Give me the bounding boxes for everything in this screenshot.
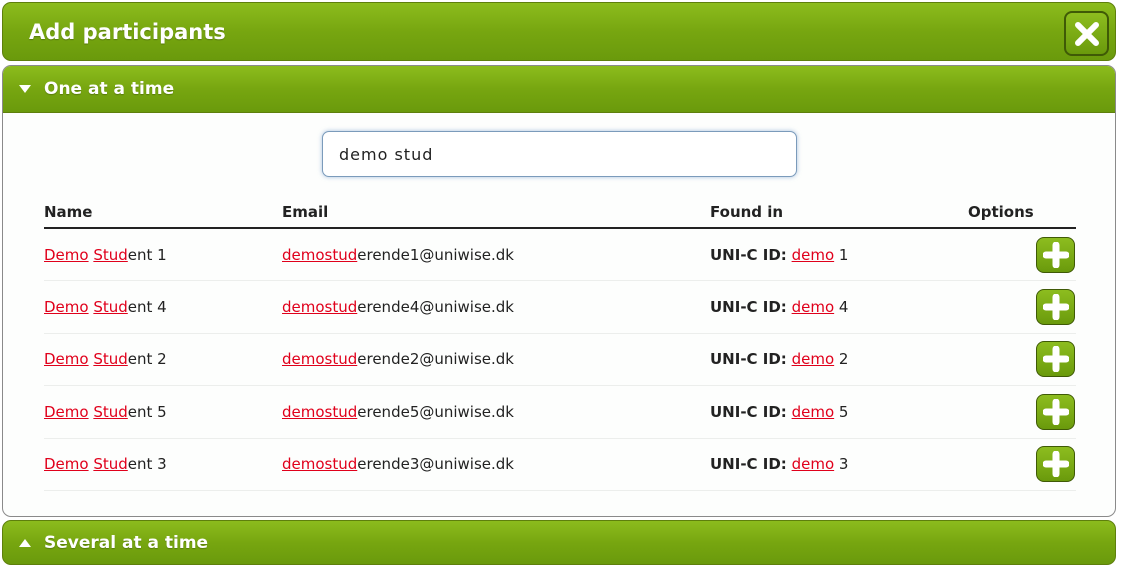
name-cell: Demo Student 2 [44,333,282,386]
add-participant-button[interactable] [1036,341,1075,378]
plus-icon [1042,451,1069,478]
dialog-title: Add participants [29,19,226,44]
name-match-stud: Stud [93,297,128,316]
one-at-a-time-panel: One at a time Name Email Found in Option… [2,65,1116,517]
found-in-cell: UNI-C ID: demo 2 [710,333,968,386]
add-participant-button[interactable] [1036,446,1075,483]
found-in-rest: 5 [838,402,849,421]
table-row: Demo Student 4 demostuderende4@uniwise.d… [44,280,1076,334]
name-cell: Demo Student 1 [44,228,282,281]
add-participant-button[interactable] [1036,393,1075,430]
found-in-cell: UNI-C ID: demo 1 [710,228,968,281]
column-header-options: Options [968,196,1076,229]
table-header-row: Name Email Found in Options [44,196,1076,229]
results-table: Name Email Found in Options Demo Student… [44,196,1076,491]
dialog-title-bar: Add participants [2,2,1116,61]
name-match-demo: Demo [44,297,89,316]
email-match: demostud [282,245,358,264]
name-cell: Demo Student 3 [44,438,282,491]
name-match-stud: Stud [93,350,128,369]
add-participant-button[interactable] [1036,236,1075,273]
found-in-match: demo [791,245,835,264]
found-in-label: UNI-C ID: [710,297,787,316]
name-match-stud: Stud [93,455,128,474]
found-in-rest: 1 [838,245,849,264]
email-cell: demostuderende2@uniwise.dk [282,333,710,386]
found-in-match: demo [791,455,835,474]
email-rest: erende2@uniwise.dk [357,350,514,369]
email-cell: demostuderende4@uniwise.dk [282,280,710,334]
name-rest: ent 3 [127,455,167,474]
found-in-match: demo [791,297,835,316]
plus-icon [1042,346,1069,373]
email-match: demostud [282,402,358,421]
email-rest: erende1@uniwise.dk [357,245,514,264]
email-rest: erende3@uniwise.dk [357,455,514,474]
close-button[interactable] [1064,11,1109,56]
email-rest: erende5@uniwise.dk [357,402,514,421]
several-at-a-time-header[interactable]: Several at a time [2,520,1116,565]
table-row: Demo Student 2 demostuderende2@uniwise.d… [44,333,1076,386]
name-cell: Demo Student 5 [44,385,282,439]
table-row: Demo Student 3 demostuderende3@uniwise.d… [44,438,1076,491]
found-in-match: demo [791,402,835,421]
name-rest: ent 5 [127,402,167,421]
email-match: demostud [282,297,358,316]
name-match-demo: Demo [44,455,89,474]
found-in-label: UNI-C ID: [710,455,787,474]
found-in-label: UNI-C ID: [710,402,787,421]
plus-icon [1042,241,1069,268]
found-in-rest: 4 [838,297,849,316]
plus-icon [1042,293,1069,320]
column-header-found-in: Found in [710,196,968,229]
name-match-stud: Stud [93,402,128,421]
name-rest: ent 1 [127,245,167,264]
name-rest: ent 4 [127,297,167,316]
close-icon [1074,21,1099,46]
found-in-cell: UNI-C ID: demo 5 [710,385,968,439]
column-header-email: Email [282,196,710,229]
found-in-label: UNI-C ID: [710,350,787,369]
options-cell [968,438,1076,491]
name-match-demo: Demo [44,402,89,421]
table-row: Demo Student 5 demostuderende5@uniwise.d… [44,385,1076,439]
caret-down-icon [19,85,31,93]
email-cell: demostuderende3@uniwise.dk [282,438,710,491]
found-in-rest: 2 [838,350,849,369]
column-header-name: Name [44,196,282,229]
name-match-demo: Demo [44,245,89,264]
name-match-stud: Stud [93,245,128,264]
one-at-a-time-label: One at a time [44,79,175,99]
options-cell [968,385,1076,439]
options-cell [968,333,1076,386]
name-rest: ent 2 [127,350,167,369]
name-cell: Demo Student 4 [44,280,282,334]
caret-up-icon [19,538,31,547]
search-input[interactable] [322,131,797,177]
email-cell: demostuderende5@uniwise.dk [282,385,710,439]
options-cell [968,280,1076,334]
found-in-match: demo [791,350,835,369]
found-in-cell: UNI-C ID: demo 4 [710,280,968,334]
found-in-label: UNI-C ID: [710,245,787,264]
email-match: demostud [282,350,358,369]
table-row: Demo Student 1 demostuderende1@uniwise.d… [44,228,1076,281]
found-in-cell: UNI-C ID: demo 3 [710,438,968,491]
email-match: demostud [282,455,358,474]
several-at-a-time-label: Several at a time [44,532,209,553]
options-cell [968,228,1076,281]
one-at-a-time-header[interactable]: One at a time [3,66,1115,113]
found-in-rest: 3 [838,455,849,474]
email-cell: demostuderende1@uniwise.dk [282,228,710,281]
add-participant-button[interactable] [1036,288,1075,325]
email-rest: erende4@uniwise.dk [357,297,514,316]
name-match-demo: Demo [44,350,89,369]
plus-icon [1042,398,1069,425]
